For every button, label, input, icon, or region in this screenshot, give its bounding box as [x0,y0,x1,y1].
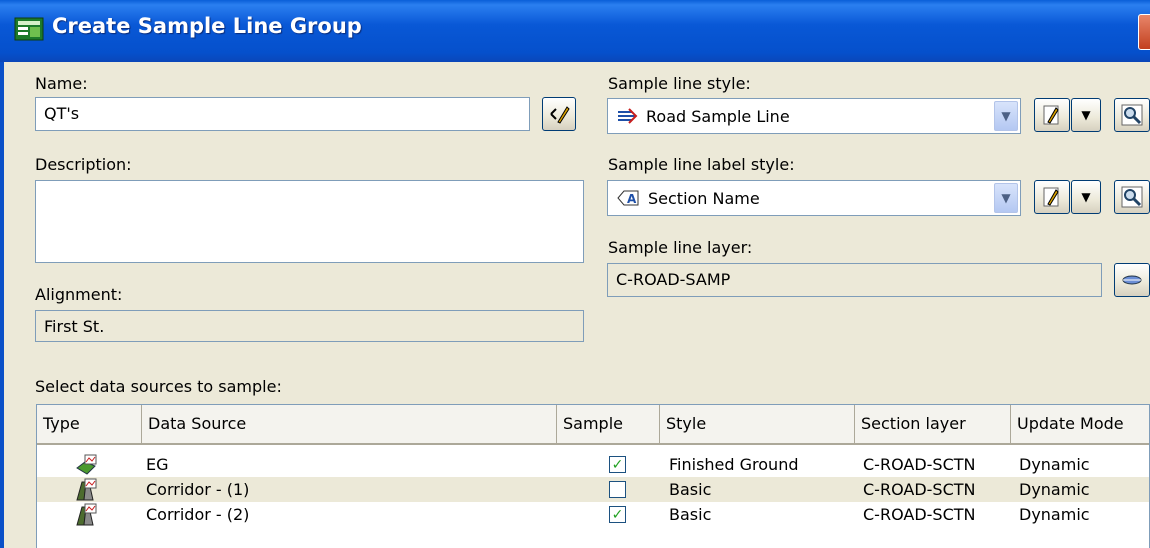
svg-text:A: A [627,192,637,206]
style-preview-button[interactable] [1114,98,1150,132]
data-source-name: EG [146,455,169,474]
column-header-style[interactable]: Style [660,405,855,445]
alignment-label: Alignment: [35,285,123,304]
name-field[interactable]: QT's [35,97,530,131]
name-label: Name: [35,74,88,93]
section-layer-cell[interactable]: C-ROAD-SCTN [859,477,979,502]
update-mode-cell[interactable]: Dynamic [1015,452,1094,477]
chevron-down-icon: ▼ [1081,190,1091,204]
style-menu-button[interactable]: ▼ [1071,98,1101,132]
label-style-menu-button[interactable]: ▼ [1071,180,1101,214]
data-sources-label: Select data sources to sample: [35,377,282,396]
layer-icon [1122,275,1142,285]
sample-line-style-dropdown[interactable]: Road Sample Line ▼ [607,98,1021,134]
style-edit-button[interactable] [1034,98,1070,132]
corridor-icon [76,503,97,526]
window-frame [0,62,4,548]
style-cell[interactable]: Basic [665,502,715,527]
column-header-update-mode[interactable]: Update Mode [1011,405,1149,445]
data-sources-table[interactable]: Type Data Source Sample Style Section la… [36,404,1150,548]
window-title: Create Sample Line Group [52,14,362,38]
edit-style-icon [1043,187,1059,207]
section-layer-cell[interactable]: C-ROAD-SCTN [859,452,979,477]
sample-checkbox[interactable]: ✓ [609,456,626,473]
surface-icon [76,454,97,475]
column-header-section-layer[interactable]: Section layer [855,405,1011,445]
column-header-data-source[interactable]: Data Source [142,405,557,445]
magnifier-icon [1121,104,1143,126]
update-mode-cell[interactable]: Dynamic [1015,477,1094,502]
chevron-down-icon[interactable]: ▼ [994,183,1018,213]
table-row[interactable]: Corridor - (2) ✓ Basic C-ROAD-SCTN Dynam… [37,502,1149,527]
corridor-icon [76,478,97,501]
sample-line-label-style-dropdown[interactable]: A Section Name ▼ [607,180,1021,216]
label-style-preview-button[interactable] [1114,180,1150,214]
style-cell[interactable]: Finished Ground [665,452,802,477]
table-row[interactable]: Corridor - (1) Basic C-ROAD-SCTN Dynamic [37,477,1149,502]
sample-line-label-style-value: Section Name [648,188,760,208]
description-field[interactable] [35,180,584,263]
name-template-button[interactable] [542,97,576,131]
alignment-field: First St. [35,310,584,342]
section-layer-cell[interactable]: C-ROAD-SCTN [859,502,979,527]
description-label: Description: [35,155,132,174]
data-source-name: Corridor - (1) [146,480,250,499]
chevron-down-icon[interactable]: ▼ [994,101,1018,131]
layer-select-button[interactable] [1114,263,1150,297]
table-row[interactable]: EG ✓ Finished Ground C-ROAD-SCTN Dynamic [37,452,1149,477]
magnifier-icon [1121,186,1143,208]
chevron-down-icon: ▼ [1081,108,1091,122]
style-cell[interactable]: Basic [665,477,715,502]
sample-line-layer-label: Sample line layer: [608,238,753,257]
update-mode-cell[interactable]: Dynamic [1015,502,1094,527]
close-button[interactable] [1138,14,1150,50]
data-source-name: Corridor - (2) [146,505,250,524]
column-header-type[interactable]: Type [37,405,142,445]
edit-style-icon [1043,105,1059,125]
sample-checkbox[interactable]: ✓ [609,506,626,523]
app-icon [14,17,44,41]
sample-line-layer-field: C-ROAD-SAMP [607,263,1102,297]
label-style-edit-button[interactable] [1034,180,1070,214]
sample-line-style-label: Sample line style: [608,74,751,93]
label-style-icon: A [617,190,639,206]
column-header-sample[interactable]: Sample [557,405,660,445]
sample-line-icon [618,108,638,124]
sample-line-label-style-label: Sample line label style: [608,155,795,174]
sample-checkbox[interactable] [609,481,626,498]
sample-line-style-value: Road Sample Line [646,106,790,126]
pencil-icon [550,106,570,124]
